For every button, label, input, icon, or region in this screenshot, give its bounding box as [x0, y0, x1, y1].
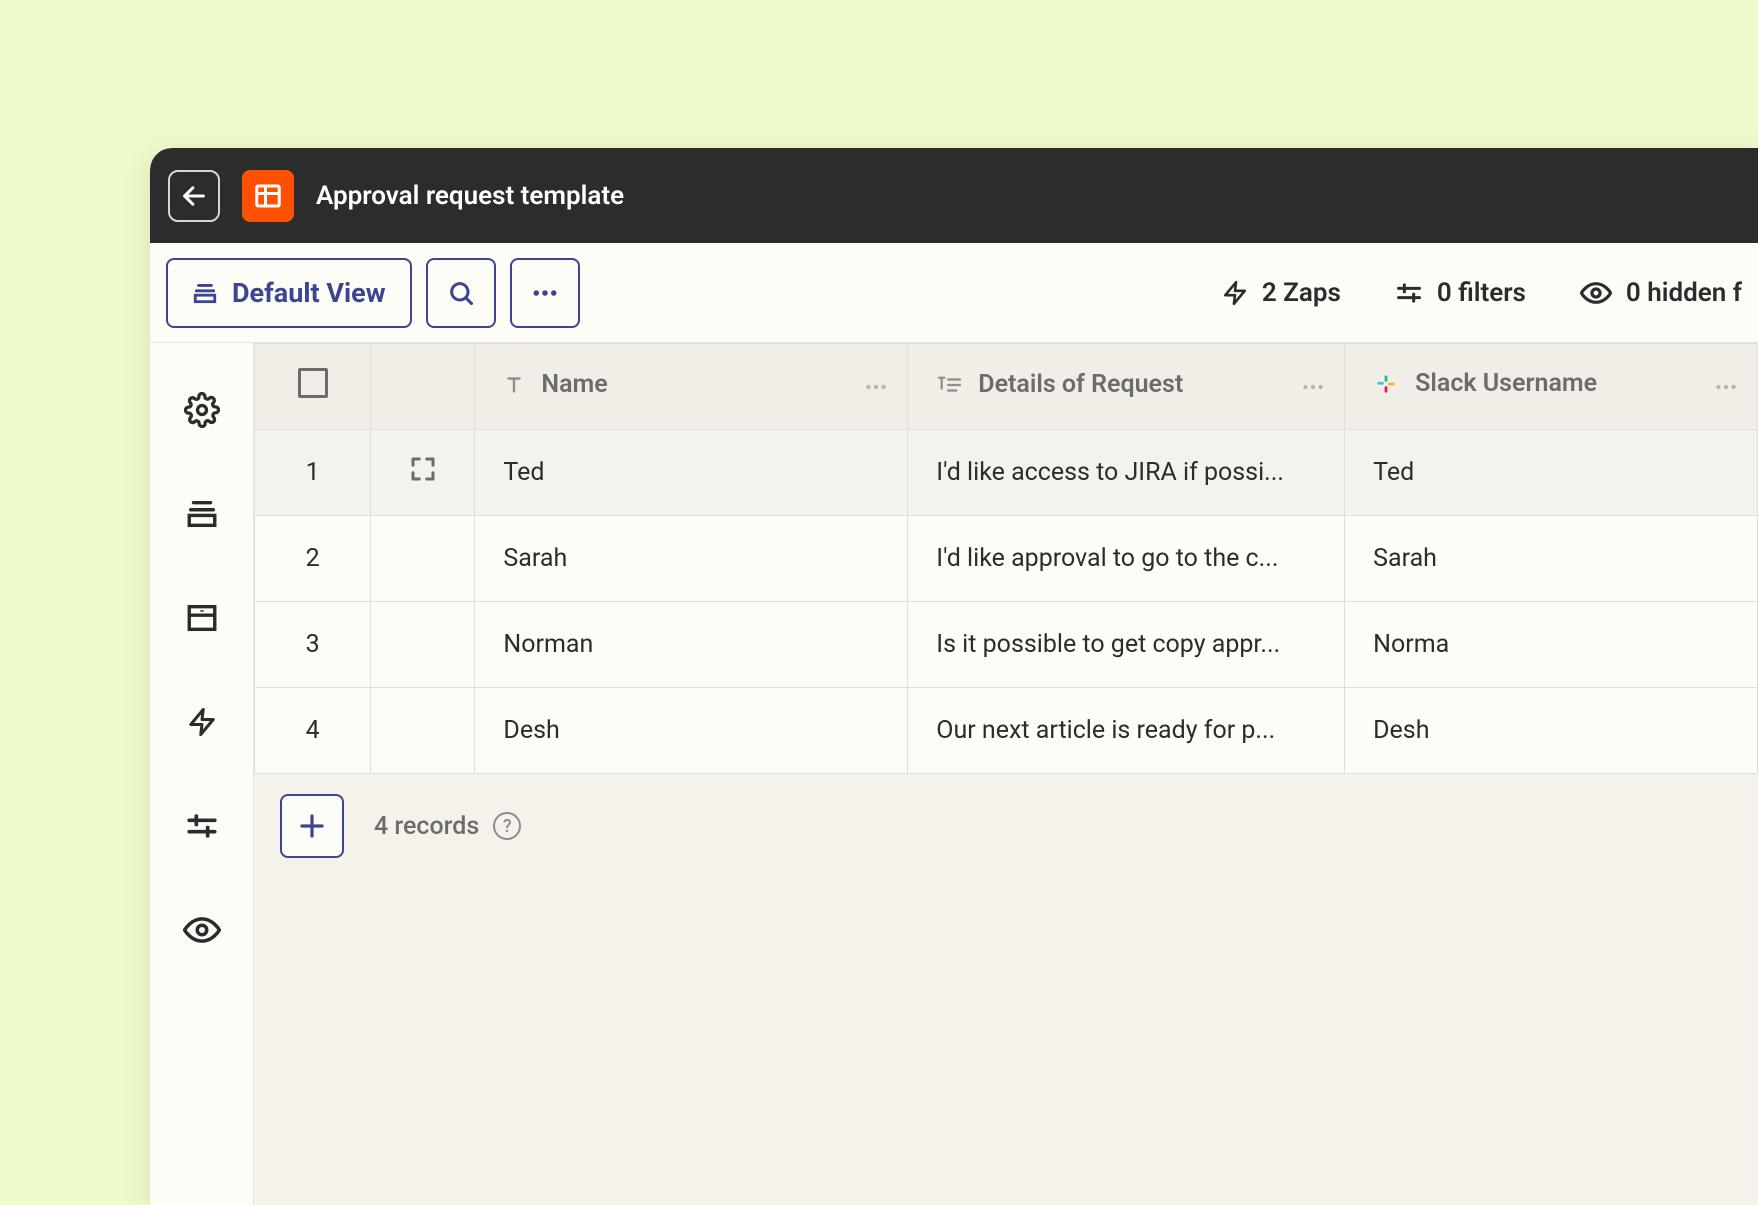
panel-icon: [185, 601, 219, 635]
rail-settings[interactable]: [183, 391, 221, 429]
table-area: Name Details of Request: [254, 343, 1758, 1205]
column-menu[interactable]: [1300, 374, 1326, 400]
expand-header: [371, 344, 475, 430]
column-header-details[interactable]: Details of Request: [908, 344, 1345, 430]
cell-details[interactable]: Is it possible to get copy appr...: [908, 602, 1345, 688]
filters-stat[interactable]: 0 filters: [1395, 278, 1526, 308]
cell-name[interactable]: Ted: [475, 430, 908, 516]
bolt-icon: [187, 705, 217, 739]
row-number: 2: [255, 516, 371, 602]
column-header-slack[interactable]: Slack Username: [1345, 344, 1758, 430]
hidden-fields-stat[interactable]: 0 hidden f: [1580, 277, 1742, 309]
page-title: Approval request template: [316, 181, 624, 211]
zaps-stat[interactable]: 2 Zaps: [1222, 278, 1341, 308]
sliders-icon: [185, 809, 219, 843]
cell-details[interactable]: I'd like access to JIRA if possi...: [908, 430, 1345, 516]
table-row[interactable]: 2 Sarah I'd like approval to go to the c…: [255, 516, 1758, 602]
cell-slack[interactable]: Ted: [1345, 430, 1758, 516]
cell-name[interactable]: Desh: [475, 688, 908, 774]
expand-row[interactable]: [371, 516, 475, 602]
view-label: Default View: [232, 277, 386, 309]
more-horizontal-icon: [1300, 374, 1326, 400]
cell-slack[interactable]: Sarah: [1345, 516, 1758, 602]
hidden-label: 0 hidden f: [1626, 278, 1742, 308]
more-button[interactable]: [510, 258, 580, 328]
bolt-icon: [1222, 278, 1248, 308]
longtext-type-icon: [936, 374, 962, 396]
column-menu[interactable]: [863, 374, 889, 400]
cards-icon: [192, 280, 218, 306]
column-label: Name: [541, 370, 607, 399]
arrow-left-icon: [180, 182, 208, 210]
app-window: Approval request template Default View 2…: [150, 148, 1758, 1205]
toolbar: Default View 2 Zaps 0 filters 0 hidden f: [150, 243, 1758, 343]
more-horizontal-icon: [863, 374, 889, 400]
row-number: 3: [255, 602, 371, 688]
data-table: Name Details of Request: [254, 343, 1758, 774]
expand-row[interactable]: [371, 688, 475, 774]
plus-icon: [297, 811, 327, 841]
column-label: Slack Username: [1415, 369, 1597, 398]
cell-slack[interactable]: Desh: [1345, 688, 1758, 774]
add-row-button[interactable]: [280, 794, 344, 858]
sliders-icon: [1395, 279, 1423, 307]
records-label-text: 4 records: [374, 812, 479, 841]
view-switcher[interactable]: Default View: [166, 258, 412, 328]
checkbox-icon: [298, 368, 328, 398]
column-header-name[interactable]: Name: [475, 344, 908, 430]
search-icon: [447, 279, 475, 307]
left-rail: [150, 343, 254, 1205]
cards-icon: [185, 497, 219, 531]
more-horizontal-icon: [530, 278, 560, 308]
rail-layout[interactable]: [183, 599, 221, 637]
zaps-label: 2 Zaps: [1262, 278, 1341, 308]
table-row[interactable]: 3 Norman Is it possible to get copy appr…: [255, 602, 1758, 688]
rail-automations[interactable]: [183, 703, 221, 741]
text-type-icon: [503, 374, 525, 396]
search-button[interactable]: [426, 258, 496, 328]
eye-icon: [1580, 277, 1612, 309]
table-row[interactable]: 1 Ted I'd like access to JIRA if possi..…: [255, 430, 1758, 516]
table-row[interactable]: 4 Desh Our next article is ready for p..…: [255, 688, 1758, 774]
select-all-header[interactable]: [255, 344, 371, 430]
row-number: 1: [255, 430, 371, 516]
table-header-row: Name Details of Request: [255, 344, 1758, 430]
gear-icon: [184, 392, 220, 428]
help-icon[interactable]: ?: [493, 812, 521, 840]
cell-details[interactable]: Our next article is ready for p...: [908, 688, 1345, 774]
column-menu[interactable]: [1713, 374, 1739, 400]
grid-icon: [253, 181, 283, 211]
table-app-icon: [242, 170, 294, 222]
cell-name[interactable]: Norman: [475, 602, 908, 688]
expand-row[interactable]: [371, 430, 475, 516]
back-button[interactable]: [168, 170, 220, 222]
column-label: Details of Request: [978, 370, 1183, 399]
expand-icon: [408, 454, 438, 484]
row-number: 4: [255, 688, 371, 774]
eye-icon: [183, 911, 221, 949]
filters-label: 0 filters: [1437, 278, 1526, 308]
table-footer: 4 records ?: [254, 774, 1758, 878]
titlebar: Approval request template: [150, 148, 1758, 243]
cell-slack[interactable]: Norma: [1345, 602, 1758, 688]
rail-filters[interactable]: [183, 807, 221, 845]
expand-row[interactable]: [371, 602, 475, 688]
records-count: 4 records ?: [374, 812, 521, 841]
more-horizontal-icon: [1713, 374, 1739, 400]
rail-views[interactable]: [183, 495, 221, 533]
cell-name[interactable]: Sarah: [475, 516, 908, 602]
slack-icon: [1373, 371, 1399, 397]
cell-details[interactable]: I'd like approval to go to the c...: [908, 516, 1345, 602]
rail-visibility[interactable]: [183, 911, 221, 949]
